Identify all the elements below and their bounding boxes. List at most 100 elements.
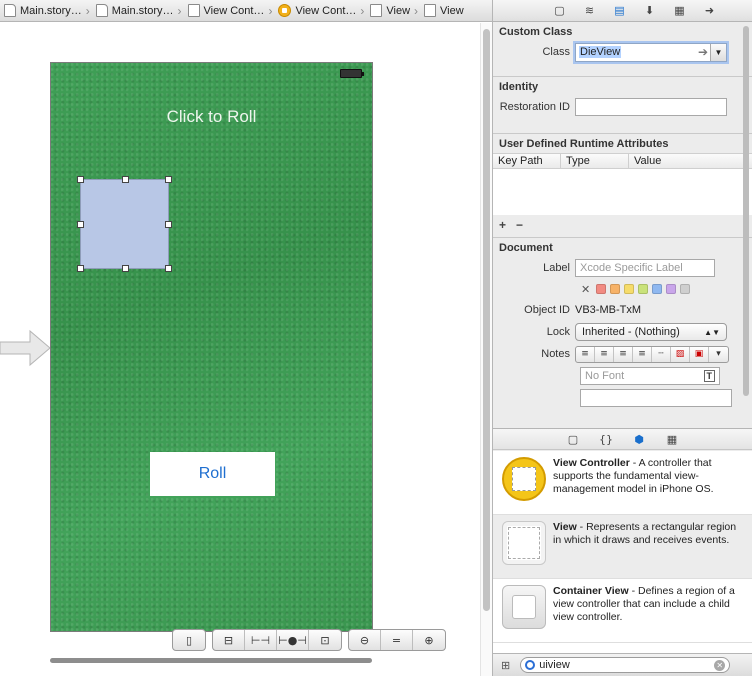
clear-search-icon[interactable]: ✕	[714, 659, 726, 671]
resize-handle[interactable]	[165, 176, 172, 183]
object-library-icon[interactable]: ⬢	[631, 432, 648, 446]
chevron-down-icon[interactable]: ▼	[710, 43, 726, 61]
file-inspector-icon[interactable]: ▢	[551, 4, 568, 18]
class-field[interactable]: DieView	[579, 46, 622, 58]
label-color-picker: ✕	[493, 279, 752, 299]
initial-view-controller-arrow-icon	[0, 329, 51, 367]
breadcrumb-item[interactable]: View	[420, 0, 466, 21]
canvas-controls: ▯ ⊟ ⊢⊣ ⊢●⊣ ⊡ ⊖ = ⊕	[172, 629, 446, 651]
align-left-icon[interactable]: ≡	[576, 346, 595, 362]
breadcrumb-item[interactable]: Main.story… ›	[0, 0, 92, 21]
vertical-scrollbar[interactable]	[480, 23, 492, 676]
udra-title: User Defined Runtime Attributes	[499, 138, 669, 150]
color-swatch-gray[interactable]	[680, 284, 691, 294]
library-search-input[interactable]: uiview ✕	[520, 657, 731, 673]
file-template-library-icon[interactable]: ▢	[565, 432, 582, 446]
clear-color-icon[interactable]: ✕	[581, 283, 590, 296]
resize-handle[interactable]	[77, 221, 84, 228]
resize-handle[interactable]	[77, 265, 84, 272]
custom-class-section: Custom Class Class DieView ➔ ▼	[493, 22, 752, 77]
storyboard-canvas[interactable]: Click to Roll Roll ▯ ⊟ ⊢⊣ ⊢●⊣ ⊡ ⊖ = ⊕	[0, 23, 492, 676]
view-controller-icon	[502, 457, 546, 501]
connections-inspector-icon[interactable]: ➜	[701, 4, 718, 18]
code-snippet-library-icon[interactable]: {}	[598, 432, 615, 446]
resize-handle[interactable]	[165, 265, 172, 272]
library-filter-bar: ⊞ uiview ✕	[493, 653, 752, 676]
color-swatch-yellow[interactable]	[624, 284, 635, 294]
resizing-icon[interactable]: ⊡	[309, 630, 341, 650]
remove-attribute-button[interactable]: −	[516, 218, 523, 232]
resize-handle[interactable]	[165, 221, 172, 228]
scene-view[interactable]: Click to Roll Roll	[50, 62, 373, 632]
list-item[interactable]: View - Represents a rectangular region i…	[493, 515, 752, 579]
custom-class-title: Custom Class	[499, 26, 573, 38]
object-library-list[interactable]: View Controller - A controller that supp…	[493, 451, 752, 653]
lock-popup[interactable]: Inherited - (Nothing) ▲▼	[575, 323, 727, 341]
restoration-id-field[interactable]	[575, 98, 727, 116]
view-icon	[424, 4, 437, 17]
identity-title: Identity	[499, 81, 539, 93]
identity-section: Identity Restoration ID	[493, 77, 752, 134]
add-attribute-button[interactable]: +	[499, 218, 506, 232]
size-inspector-icon[interactable]: ▦	[671, 4, 688, 18]
align-right-icon[interactable]: ≡	[614, 346, 633, 362]
align-natural-icon[interactable]: ┄	[652, 346, 671, 362]
view-icon	[502, 521, 546, 565]
resize-handle[interactable]	[77, 176, 84, 183]
breadcrumb-item[interactable]: Main.story… ›	[92, 0, 184, 21]
click-to-roll-label[interactable]: Click to Roll	[51, 107, 372, 127]
breadcrumb-item[interactable]: View Cont… ›	[274, 0, 366, 21]
quick-help-icon[interactable]: ≋	[581, 4, 598, 18]
color-swatch-purple[interactable]	[666, 284, 677, 294]
resize-handle[interactable]	[122, 265, 129, 272]
chevron-updown-icon: ▲▼	[704, 327, 720, 337]
identity-inspector-icon[interactable]: ▤	[611, 4, 628, 18]
roll-button[interactable]: Roll	[150, 452, 275, 496]
zoom-actual-icon[interactable]: =	[381, 630, 413, 650]
column-header[interactable]: Value	[629, 154, 752, 168]
utilities-pane: ▢ ≋ ▤ ⬇ ▦ ➜ Custom Class Class DieView ➔…	[492, 0, 752, 676]
attributes-inspector-icon[interactable]: ⬇	[641, 4, 658, 18]
strikethrough-icon[interactable]: ▨	[671, 346, 690, 362]
view-controller-icon	[278, 4, 292, 17]
breadcrumb-item[interactable]: View ›	[366, 0, 420, 21]
list-item[interactable]: Container View - Defines a region of a v…	[493, 579, 752, 643]
align-icon[interactable]: ⊟	[213, 630, 245, 650]
list-item[interactable]: View Controller - A controller that supp…	[493, 451, 752, 515]
jump-bar: Main.story… › Main.story… › View Cont… › Vi…	[0, 0, 492, 22]
breadcrumb-item[interactable]: View Cont… ›	[184, 0, 275, 21]
color-swatch-orange[interactable]	[610, 284, 621, 294]
align-center-icon[interactable]: ≡	[595, 346, 614, 362]
column-header[interactable]: Key Path	[493, 154, 561, 168]
resize-handle[interactable]	[122, 176, 129, 183]
document-section: Document Label Xcode Specific Label ✕ Ob…	[493, 238, 752, 426]
horizontal-scrollbar[interactable]	[50, 658, 372, 663]
inspector-scrollbar[interactable]	[741, 24, 751, 419]
document-title: Document	[499, 242, 553, 254]
more-options-icon[interactable]: ▾	[709, 347, 728, 362]
media-library-icon[interactable]: ▦	[664, 432, 681, 446]
notes-format-bar: ≡ ≡ ≡ ≡ ┄ ▨ ▣ ▾	[575, 345, 729, 363]
align-justify-icon[interactable]: ≡	[633, 346, 652, 362]
color-swatch-green[interactable]	[638, 284, 649, 294]
udra-table[interactable]: Key Path Type Value	[493, 153, 752, 215]
resolve-issues-icon[interactable]: ⊢●⊣	[277, 630, 309, 650]
notes-field[interactable]	[580, 389, 732, 407]
die-view[interactable]	[77, 176, 172, 272]
column-header[interactable]: Type	[561, 154, 629, 168]
font-picker-icon[interactable]: T	[703, 370, 715, 382]
xcode-label-field[interactable]: Xcode Specific Label	[575, 259, 715, 277]
form-factor-icon[interactable]: ▯	[173, 630, 205, 650]
pin-icon[interactable]: ⊢⊣	[245, 630, 277, 650]
font-field[interactable]: No Font T	[580, 367, 720, 385]
storyboard-icon	[95, 4, 108, 17]
color-swatch-red[interactable]	[596, 284, 607, 294]
grid-view-icon[interactable]: ⊞	[501, 659, 510, 672]
zoom-out-icon[interactable]: ⊖	[349, 630, 381, 650]
inspector-tabs: ▢ ≋ ▤ ⬇ ▦ ➜	[493, 0, 752, 22]
navigate-arrow-icon[interactable]: ➔	[696, 44, 710, 61]
class-combobox[interactable]: DieView ➔ ▼	[575, 42, 727, 62]
color-swatch-blue[interactable]	[652, 284, 663, 294]
zoom-in-icon[interactable]: ⊕	[413, 630, 445, 650]
no-color-icon[interactable]: ▣	[690, 346, 709, 362]
